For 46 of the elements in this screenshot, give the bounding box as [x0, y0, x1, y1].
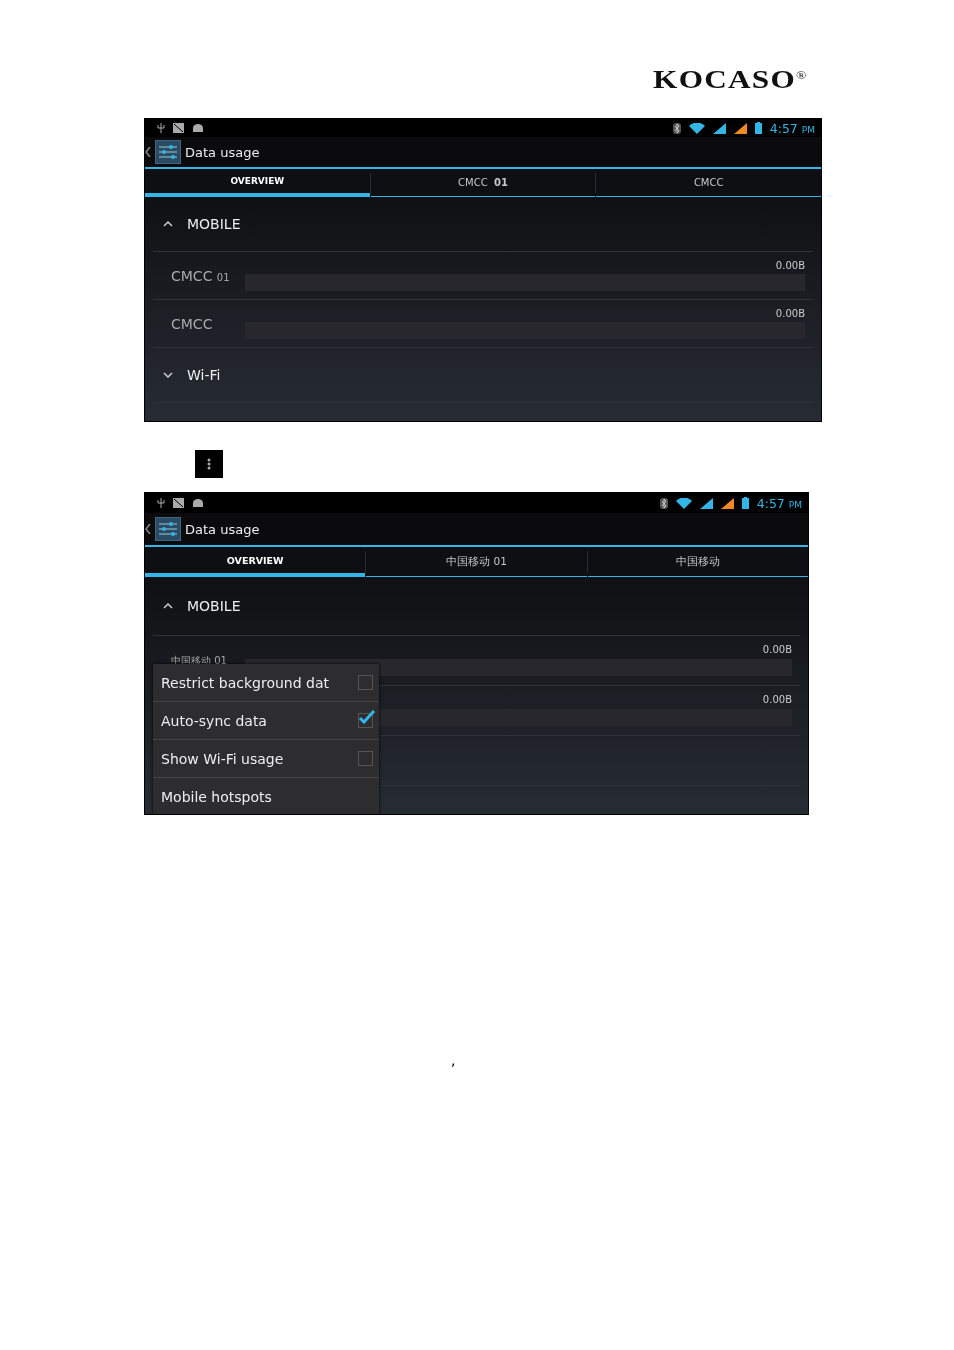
battery-icon — [741, 497, 749, 509]
chevron-icon[interactable] — [163, 372, 173, 378]
usage-amount: 0.00B — [762, 694, 792, 705]
settings-icon[interactable] — [155, 140, 181, 164]
screen-title: Data usage — [185, 521, 260, 537]
wifi-icon — [688, 122, 705, 134]
usb-icon — [157, 123, 165, 133]
usage-amount: 0.00B — [775, 260, 805, 271]
android-icon — [192, 499, 204, 507]
screen-title: Data usage — [185, 144, 260, 160]
chevron-icon[interactable] — [163, 603, 173, 609]
menu-item[interactable]: Mobile hotspots — [153, 778, 379, 814]
checkbox[interactable] — [358, 675, 373, 690]
back-icon[interactable] — [145, 147, 151, 157]
section-header[interactable]: MOBILE — [187, 216, 241, 232]
section-header[interactable]: MOBILE — [187, 598, 241, 614]
wifi-icon — [675, 497, 692, 509]
menu-item[interactable]: Restrict background dat — [153, 664, 379, 702]
clock: 4:57 PM — [769, 120, 815, 136]
settings-icon[interactable] — [155, 517, 181, 541]
usage-amount: 0.00B — [762, 644, 792, 655]
bluetooth-icon — [672, 122, 681, 134]
signal-icon — [712, 122, 726, 134]
image-icon — [173, 498, 184, 508]
checkbox[interactable] — [358, 713, 373, 728]
clock: 4:57 PM — [756, 495, 802, 511]
usb-icon — [157, 498, 165, 508]
back-icon[interactable] — [145, 524, 151, 534]
brand-logo: KOCASO$^{®}$ — [653, 66, 808, 94]
punctuation-mark: , — [451, 1052, 456, 1068]
menu-item[interactable]: Show Wi-Fi usage — [153, 740, 379, 778]
overflow-menu-icon — [195, 450, 223, 478]
usage-amount: 0.00B — [775, 308, 805, 319]
section-header[interactable]: Wi-Fi — [187, 367, 221, 383]
image-icon — [173, 123, 184, 133]
chevron-icon[interactable] — [163, 221, 173, 227]
network-label: CMCC — [171, 315, 214, 332]
menu-item[interactable]: Auto-sync data — [153, 702, 379, 740]
signal-icon — [720, 497, 734, 509]
bluetooth-icon — [659, 497, 668, 509]
battery-icon — [754, 122, 762, 134]
checkbox[interactable] — [358, 751, 373, 766]
android-icon — [192, 124, 204, 132]
signal-icon — [699, 497, 713, 509]
network-label: CMCC 01 — [171, 267, 231, 284]
signal-icon — [733, 122, 747, 134]
